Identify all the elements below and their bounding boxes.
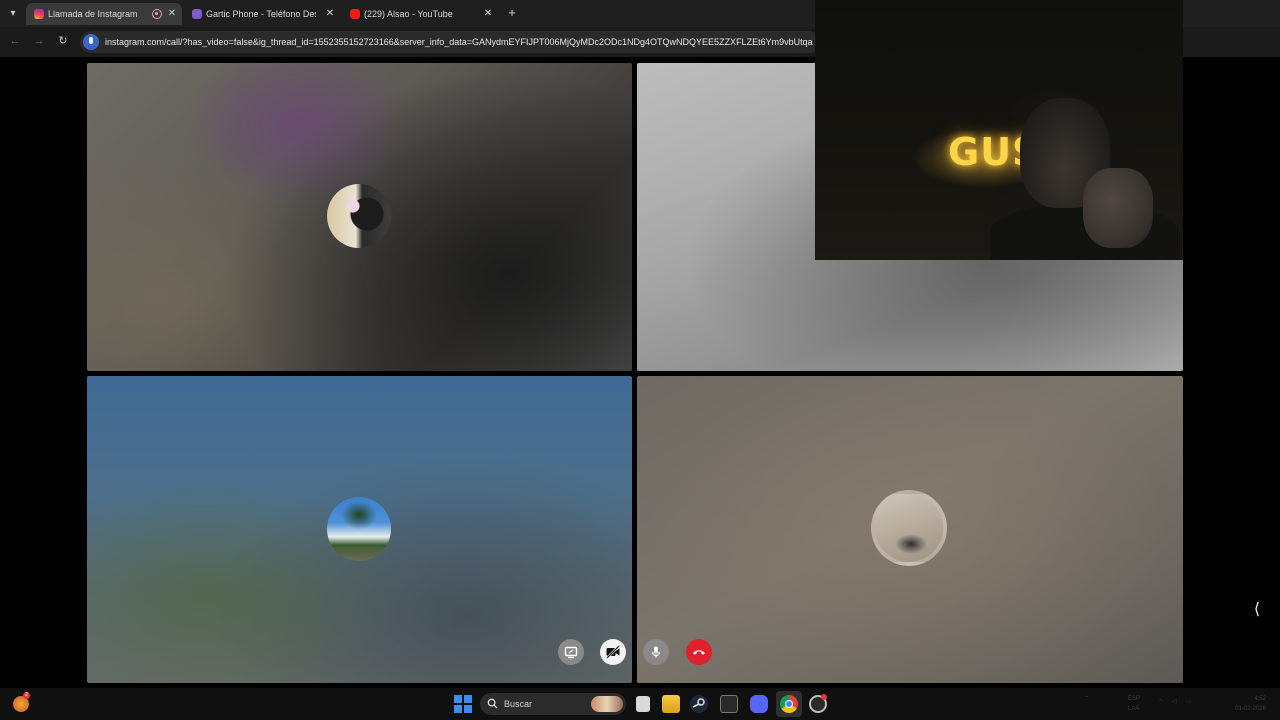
toggle-video-button[interactable] <box>600 639 626 665</box>
video-off-icon <box>606 645 620 659</box>
tab-instagram-call[interactable]: Llamada de Instagram ✕ <box>26 3 182 25</box>
folder-icon[interactable] <box>662 695 680 713</box>
new-tab-button[interactable]: + <box>505 5 519 21</box>
tray-chevron-icon[interactable]: ⌃ <box>1084 694 1089 714</box>
person-hand <box>1083 168 1153 248</box>
end-call-button[interactable] <box>686 639 712 665</box>
url-text[interactable]: instagram.com/call/?has_video=false&ig_t… <box>105 31 820 53</box>
close-tab-icon[interactable]: ✕ <box>482 3 494 25</box>
close-tab-icon[interactable]: ✕ <box>166 3 178 25</box>
tab-title: Gartic Phone - Teléfono Descom <box>206 9 316 19</box>
notification-badge: 2 <box>23 692 30 699</box>
end-call-icon <box>693 650 705 655</box>
weather-text <box>34 695 84 713</box>
tab-title: Llamada de Instagram <box>48 9 138 19</box>
gartic-phone-icon <box>192 9 202 19</box>
system-tray: ⌃ ESP LAA ◠ ◁ ▭ 4:52 01-02-2026 <box>1080 694 1280 714</box>
microphone-icon <box>651 646 661 658</box>
self-camera-view[interactable]: GUS <box>815 0 1183 260</box>
settings-icon[interactable] <box>809 694 827 713</box>
windows-taskbar: 2 Buscar ⌃ ESP LAA ◠ ◁ ▭ 4:52 01-02-2026 <box>0 688 1280 720</box>
participant-avatar <box>871 490 947 566</box>
language-line-2: LAA <box>1128 706 1140 712</box>
toggle-microphone-button[interactable] <box>643 639 669 665</box>
clock-time: 4:52 <box>1254 696 1266 702</box>
participant-avatar <box>327 184 391 248</box>
participant-tile-4[interactable] <box>637 376 1183 683</box>
close-tab-icon[interactable]: ✕ <box>324 3 336 25</box>
language-line-1: ESP <box>1128 696 1141 702</box>
clock[interactable]: 4:52 01-02-2026 <box>1220 694 1266 714</box>
tab-youtube[interactable]: (229) Alsao - YouTube ✕ <box>342 3 498 25</box>
search-icon <box>487 698 498 709</box>
forward-arrow-icon[interactable]: → <box>32 34 46 48</box>
volume-icon[interactable]: ◁ <box>1172 697 1177 717</box>
epic-games-icon[interactable] <box>720 695 738 713</box>
tab-gartic-phone[interactable]: Gartic Phone - Teléfono Descom ✕ <box>184 3 340 25</box>
reload-icon[interactable]: ↻ <box>56 34 70 48</box>
search-placeholder: Buscar <box>504 699 533 709</box>
file-explorer-icon[interactable] <box>636 696 650 712</box>
wifi-icon[interactable]: ◠ <box>1158 697 1163 717</box>
screen-share-button[interactable] <box>558 639 584 665</box>
instagram-icon <box>34 9 44 19</box>
site-permissions-mic-icon[interactable] <box>83 34 99 50</box>
clock-date: 01-02-2026 <box>1235 706 1266 712</box>
youtube-icon <box>350 9 360 19</box>
participant-tile-3[interactable] <box>87 376 632 683</box>
url-bar[interactable]: instagram.com/call/?has_video=false&ig_t… <box>80 31 820 53</box>
windows-start-icon[interactable] <box>454 695 472 713</box>
screen-share-icon <box>564 646 578 659</box>
participant-avatar <box>327 497 391 561</box>
steam-icon[interactable] <box>690 695 708 713</box>
back-arrow-icon[interactable]: ← <box>8 34 22 48</box>
tab-search-chevron-icon[interactable]: ▾ <box>5 6 21 22</box>
tab-title: (229) Alsao - YouTube <box>364 9 453 19</box>
recording-indicator-icon <box>152 9 162 19</box>
battery-icon[interactable]: ▭ <box>1186 697 1192 717</box>
discord-icon[interactable] <box>750 695 768 713</box>
taskbar-search-input[interactable]: Buscar <box>480 693 626 715</box>
search-highlight-image <box>591 696 623 712</box>
side-panel-toggle-icon[interactable]: ⟨ <box>1251 600 1263 620</box>
participant-tile-1[interactable] <box>87 63 632 371</box>
chrome-icon[interactable] <box>780 695 798 713</box>
language-indicator[interactable]: ESP LAA <box>1128 694 1140 714</box>
